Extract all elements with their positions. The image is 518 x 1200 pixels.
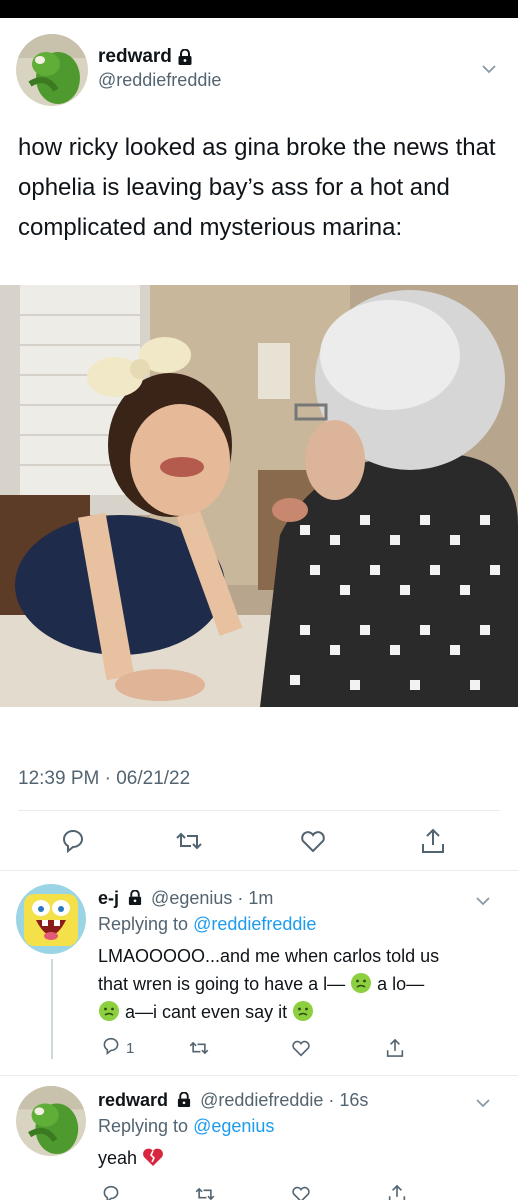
retweet-icon[interactable] [188,1036,210,1060]
lock-icon [178,48,192,65]
handle-time[interactable]: @egenius · 1m [151,888,273,908]
tweet-media[interactable] [0,285,518,707]
reply-text: yeah [98,1144,498,1172]
nauseated-face-emoji [292,1000,314,1022]
avatar[interactable] [16,1086,86,1156]
display-name[interactable]: e-j [98,888,119,908]
mention-link[interactable]: @egenius [193,1116,274,1136]
status-bar [0,0,518,18]
replying-prefix: Replying to [98,914,194,934]
reply-text-line: LMAOOOOO...and me when carlos told us [98,946,440,966]
thread-line [51,959,53,1059]
broken-heart-emoji [142,1146,164,1168]
tweet-actions [0,822,518,862]
replying-to: Replying to @reddiefreddie [98,914,316,935]
reply-text-segment: a lo— [377,974,425,994]
handle[interactable]: @reddiefreddie [98,70,221,91]
share-icon[interactable] [386,1182,408,1200]
reply-text-segment: yeah [98,1148,138,1168]
reply-icon[interactable] [100,1035,122,1061]
chevron-down-icon[interactable] [474,1094,492,1112]
tweet-text: how ricky looked as gina broke the news … [18,134,496,241]
reply-header: e-j @egenius · 1m [98,888,273,909]
like-icon[interactable] [298,826,328,856]
main-tweet-header: redward @reddiefreddie [16,34,502,106]
display-name[interactable]: redward [98,1090,168,1110]
tweet-timestamp[interactable]: 12:39 PM · 06/21/22 [18,768,190,790]
divider [18,810,500,811]
chevron-down-icon[interactable] [480,60,498,78]
replying-prefix: Replying to [98,1116,194,1136]
handle-time[interactable]: @reddiefreddie · 16s [200,1090,368,1110]
reply-text: LMAOOOOO...and me when carlos told us th… [98,942,498,1026]
share-icon[interactable] [384,1036,406,1060]
divider [0,1075,518,1076]
reply-tweet[interactable]: e-j @egenius · 1m Replying to @reddiefre… [0,884,518,1064]
reply-icon[interactable] [100,1182,122,1200]
lock-icon [128,889,142,905]
reply-header: redward @reddiefreddie · 16s [98,1090,368,1111]
lock-icon [177,1091,191,1107]
display-name-text[interactable]: redward [98,46,172,68]
reply-text-line: that wren is going to have a l— a lo— [98,970,498,998]
reply-count: 1 [126,1039,135,1057]
like-icon[interactable] [290,1182,312,1200]
avatar[interactable] [16,884,86,954]
nauseated-face-emoji [350,972,372,994]
reply-text-line: a—i cant even say it [98,998,498,1026]
share-icon[interactable] [418,826,448,856]
nauseated-face-emoji [98,1000,120,1022]
chevron-down-icon[interactable] [474,892,492,910]
reply-action[interactable]: 1 [100,1036,134,1060]
reply-icon[interactable] [58,826,88,856]
reply-text-segment: that wren is going to have a l— [98,974,346,994]
reply-text-segment: a—i cant even say it [125,1002,288,1022]
mention-link[interactable]: @reddiefreddie [193,914,316,934]
reply-tweet[interactable]: redward @reddiefreddie · 16s Replying to… [0,1086,518,1200]
replying-to: Replying to @egenius [98,1116,274,1137]
avatar[interactable] [16,34,88,106]
divider [0,870,518,871]
retweet-icon[interactable] [174,826,204,856]
retweet-icon[interactable] [194,1182,216,1200]
like-icon[interactable] [290,1036,312,1060]
display-name[interactable]: redward [98,46,192,68]
